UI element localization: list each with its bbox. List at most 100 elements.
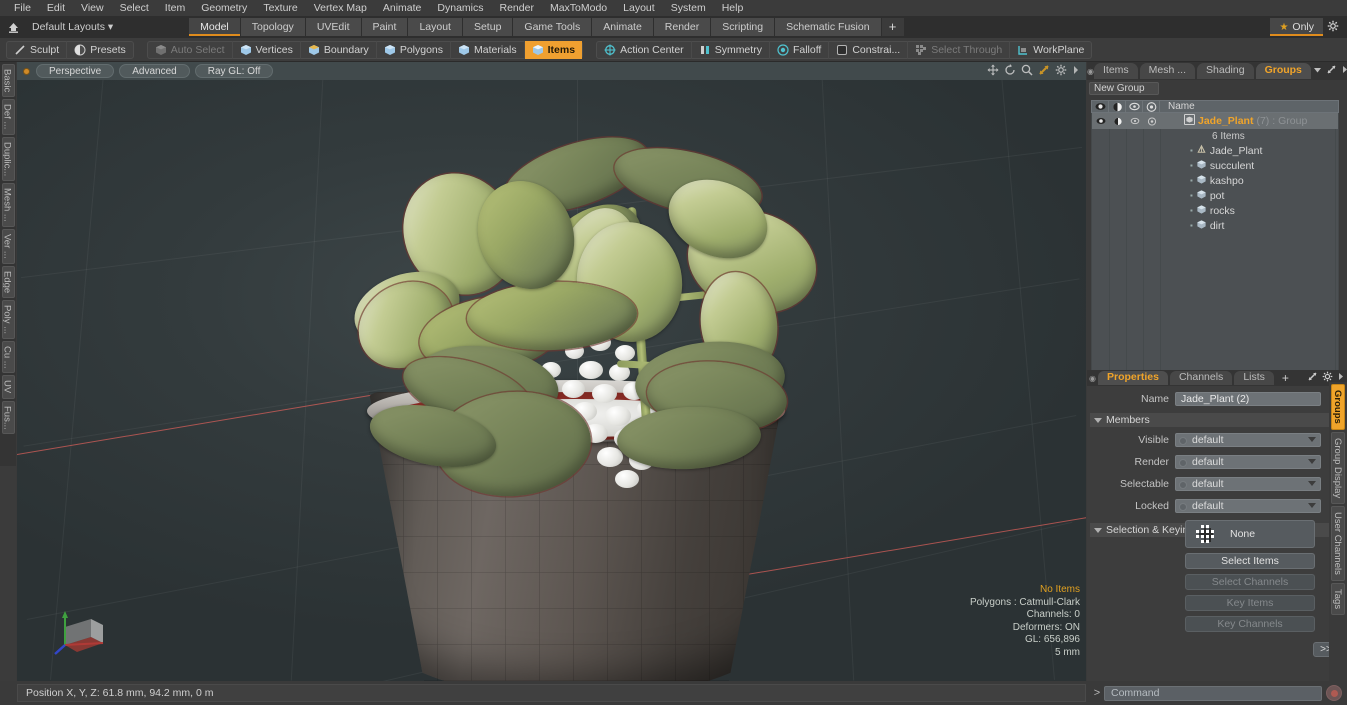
list-item[interactable]: ▪ kashpo — [1092, 173, 1338, 188]
chevron-right-icon[interactable] — [1341, 65, 1347, 77]
zoom-icon[interactable] — [1021, 64, 1033, 79]
list-item[interactable]: ▪ dirt — [1092, 218, 1338, 233]
default-layouts-dropdown[interactable]: Default Layouts ▾ — [26, 21, 119, 33]
select-items-button[interactable]: Select Items — [1185, 553, 1315, 569]
left-tab-edge[interactable]: Edge — [1, 265, 15, 298]
menu-help[interactable]: Help — [714, 0, 752, 16]
members-section-header[interactable]: Members — [1090, 413, 1344, 427]
row-selectable-toggle[interactable] — [1126, 114, 1143, 129]
selection-set-button[interactable]: None — [1185, 520, 1315, 548]
lock-icon[interactable] — [1143, 100, 1160, 113]
tab-uvedit[interactable]: UVEdit — [305, 18, 362, 36]
command-input[interactable]: Command — [1104, 685, 1322, 701]
tab-paint[interactable]: Paint — [361, 18, 409, 36]
constraint-button[interactable]: Constrai... — [829, 40, 909, 59]
left-tab-mesh[interactable]: Mesh ... — [1, 182, 15, 227]
materials-button[interactable]: Materials — [451, 40, 525, 59]
menu-view[interactable]: View — [73, 0, 112, 16]
raygl-dropdown[interactable]: Ray GL: Off — [194, 64, 274, 78]
record-icon[interactable] — [1326, 685, 1342, 701]
vtab-groups[interactable]: Groups — [1331, 384, 1345, 430]
auto-select-button[interactable]: Auto Select — [148, 40, 233, 59]
home-icon[interactable] — [0, 16, 26, 38]
list-item[interactable]: ▪ rocks — [1092, 203, 1338, 218]
tab-animate[interactable]: Animate — [592, 18, 654, 36]
vtab-group-display[interactable]: Group Display — [1331, 431, 1345, 504]
menu-select[interactable]: Select — [112, 0, 157, 16]
menu-vertex-map[interactable]: Vertex Map — [306, 0, 375, 16]
row-render-toggle[interactable] — [1109, 114, 1126, 129]
eye-icon[interactable] — [1092, 100, 1109, 113]
menu-maxtomodo[interactable]: MaxToModo — [542, 0, 615, 16]
menu-item[interactable]: Item — [157, 0, 193, 16]
panel-menu-icon[interactable]: ◉ — [1087, 67, 1094, 76]
vtab-user-channels[interactable]: User Channels — [1331, 505, 1345, 581]
workplane-button[interactable]: WorkPlane — [1010, 41, 1091, 59]
menu-system[interactable]: System — [663, 0, 714, 16]
polygons-button[interactable]: Polygons — [377, 40, 452, 59]
locked-dropdown[interactable]: default — [1175, 499, 1321, 513]
shading-dropdown[interactable]: Advanced — [119, 64, 190, 78]
left-tab-fusion[interactable]: Fus... — [1, 400, 15, 435]
list-item[interactable]: ▪ Jade_Plant — [1092, 143, 1338, 158]
expand-dot-icon[interactable]: ▪ — [1190, 221, 1193, 230]
select-icon[interactable] — [1126, 100, 1143, 113]
action-center-button[interactable]: Action Center — [597, 40, 692, 59]
viewport-menu-dot[interactable] — [23, 67, 30, 75]
render-icon[interactable] — [1109, 100, 1126, 113]
checkbox-icon[interactable] — [1179, 437, 1187, 445]
menu-dynamics[interactable]: Dynamics — [429, 0, 491, 16]
symmetry-button[interactable]: Symmetry — [692, 40, 770, 59]
selectable-dropdown[interactable]: default — [1175, 477, 1321, 491]
select-through-button[interactable]: Select Through — [908, 40, 1011, 59]
add-tab-button[interactable]: + — [881, 18, 904, 36]
menu-texture[interactable]: Texture — [255, 0, 305, 16]
checkbox-icon[interactable] — [1179, 459, 1187, 467]
chevron-right-icon[interactable] — [1072, 65, 1080, 78]
left-tab-curve[interactable]: Cu ... — [1, 340, 15, 374]
expand-dot-icon[interactable]: ▪ — [1190, 176, 1193, 185]
tab-topology[interactable]: Topology — [240, 18, 306, 36]
boundary-button[interactable]: Boundary — [301, 40, 377, 59]
left-tab-basic[interactable]: Basic — [1, 64, 15, 98]
checkbox-icon[interactable] — [1179, 481, 1187, 489]
left-tab-vertex[interactable]: Ver ... — [1, 228, 15, 264]
presets-button[interactable]: Presets — [67, 41, 133, 59]
menu-layout[interactable]: Layout — [615, 0, 663, 16]
table-row[interactable]: Jade_Plant (7) : Group — [1092, 113, 1338, 129]
viewport-3d[interactable]: Perspective Advanced Ray GL: Off No Item… — [17, 62, 1086, 681]
move-icon[interactable] — [987, 64, 999, 79]
gear-icon[interactable] — [1055, 64, 1067, 79]
expand-icon[interactable] — [1326, 64, 1337, 78]
fit-icon[interactable] — [1038, 64, 1050, 79]
vtab-tags[interactable]: Tags — [1331, 582, 1345, 615]
tab-channels[interactable]: Channels — [1169, 371, 1233, 385]
expand-dot-icon[interactable]: ▪ — [1190, 146, 1193, 155]
row-lock-toggle[interactable] — [1143, 114, 1160, 129]
chevron-down-icon[interactable] — [1313, 65, 1322, 77]
expand-dot-icon[interactable]: ▪ — [1190, 161, 1193, 170]
tab-model[interactable]: Model — [189, 18, 241, 36]
left-tab-polygon[interactable]: Poly ... — [1, 299, 15, 339]
menu-animate[interactable]: Animate — [375, 0, 430, 16]
panel-tab-shading[interactable]: Shading — [1197, 63, 1254, 79]
panel-tab-mesh[interactable]: Mesh ... — [1139, 63, 1196, 79]
tab-render[interactable]: Render — [653, 18, 712, 36]
tab-layout[interactable]: Layout — [408, 18, 463, 36]
checkbox-icon[interactable] — [1179, 503, 1187, 511]
only-button[interactable]: ★ Only — [1270, 18, 1323, 36]
name-input[interactable]: Jade_Plant (2) — [1175, 392, 1321, 406]
gear-icon[interactable] — [1323, 20, 1343, 35]
row-visible-toggle[interactable] — [1092, 114, 1109, 129]
left-tab-duplicate[interactable]: Duplic... — [1, 136, 15, 181]
panel-tab-items[interactable]: Items — [1093, 63, 1138, 79]
tab-setup[interactable]: Setup — [462, 18, 514, 36]
falloff-button[interactable]: Falloff — [770, 40, 830, 59]
axis-gizmo[interactable] — [53, 607, 113, 665]
new-group-button[interactable]: New Group — [1089, 82, 1159, 95]
vertices-button[interactable]: Vertices — [233, 40, 301, 59]
properties-add-tab[interactable]: + — [1276, 371, 1295, 385]
panel-tab-groups[interactable]: Groups — [1255, 63, 1311, 79]
tab-properties[interactable]: Properties — [1098, 371, 1168, 385]
menu-render[interactable]: Render — [492, 0, 542, 16]
